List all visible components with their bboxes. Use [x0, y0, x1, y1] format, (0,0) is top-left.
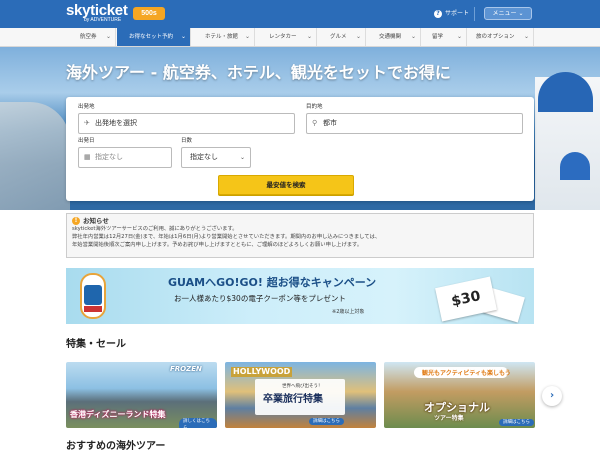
notice-title: お知らせ	[83, 217, 109, 225]
notice-box: ! お知らせ skyticket海外ツアーサービスのご利用、誠にありがとうござい…	[66, 213, 534, 258]
nav-item-flights[interactable]: 航空券 ⌄	[66, 28, 116, 46]
chevron-down-icon: ⌄	[355, 33, 361, 40]
origin-value: 出発地を選択	[95, 119, 137, 127]
location-pin-icon: ⚲	[312, 119, 318, 127]
recommend-title: おすすめの海外ツアー	[66, 441, 166, 452]
feature-card-optional-tour[interactable]: 観光もアクティビティも楽しもう オプショナル ツアー特集 詳細はこちら	[384, 362, 535, 428]
origin-field[interactable]: ✈ 出発地を選択	[78, 113, 295, 134]
notice-line: 年始営業開始後順次ご案内申し上げます。予めお詫び申し上げますとともに、ご理解のほ…	[72, 242, 363, 248]
chevron-down-icon: ⌄	[105, 33, 111, 40]
card-more-link[interactable]: 詳細はこちら	[499, 419, 534, 426]
date-label: 出発日	[78, 138, 95, 144]
promo-badge[interactable]: 500s	[133, 7, 165, 20]
nav-item-study-abroad[interactable]: 留学 ⌄	[422, 28, 467, 46]
carousel-next-button[interactable]: ›	[542, 386, 562, 406]
notice-line: skyticket海外ツアーサービスのご利用、誠にありがとうございます。	[72, 226, 238, 232]
days-label: 日数	[181, 138, 193, 144]
chevron-down-icon: ⌄	[456, 33, 462, 40]
nav-item-set-booking[interactable]: お得なセット予約 ⌄	[117, 28, 191, 46]
chevron-down-icon: ⌄	[180, 33, 186, 40]
card-caption: 香港ディズニーランド特集	[70, 410, 166, 419]
card-more-link[interactable]: 詳しくはこちら	[179, 418, 217, 428]
departure-date-field[interactable]: ▦ 指定なし	[78, 147, 172, 168]
destination-label: 目的地	[306, 104, 323, 110]
nav-item-options[interactable]: 旅のオプション ⌄	[468, 28, 534, 46]
card-top: 観光もアクティビティも楽しもう	[422, 370, 511, 377]
chevron-down-icon: ⌄	[523, 33, 529, 40]
menu-label: メニュー	[492, 10, 517, 17]
hero-background-cliff	[0, 102, 70, 210]
emblem-shield	[84, 285, 102, 305]
support-label: サポート	[445, 10, 470, 17]
destination-field[interactable]: ⚲ 都市	[306, 113, 523, 134]
nav-label: 旅のオプション	[476, 34, 515, 40]
hero-background-dome	[560, 152, 590, 180]
origin-label: 出発地	[78, 104, 95, 110]
card-more-link[interactable]: 詳細はこちら	[309, 418, 344, 425]
search-button[interactable]: 最安値を検索	[218, 175, 354, 195]
question-icon: ?	[434, 10, 442, 18]
days-value: 指定なし	[190, 153, 218, 161]
nav-item-hotels[interactable]: ホテル・旅館 ⌄	[192, 28, 255, 46]
chevron-down-icon: ⌄	[244, 33, 250, 40]
destination-value: 都市	[323, 119, 337, 127]
airplane-icon: ✈	[84, 119, 90, 127]
feature-card-graduation[interactable]: HOLLYWOOD 世界へ飛び出そう！ 卒業旅行特集 詳細はこちら	[225, 362, 376, 428]
header-divider	[474, 7, 475, 21]
calendar-icon: ▦	[84, 153, 91, 161]
nav-item-gourmet[interactable]: グルメ ⌄	[318, 28, 366, 46]
card-brand: HOLLYWOOD	[231, 367, 293, 377]
days-select[interactable]: 指定なし ⌄	[181, 147, 251, 168]
notice-header: ! お知らせ	[72, 217, 528, 225]
banner-headline: GUAMへGO!GO! 超お得なキャンペーン	[168, 276, 377, 289]
menu-button[interactable]: メニュー ⌄	[484, 7, 532, 20]
chevron-down-icon: ⌄	[410, 33, 416, 40]
coupon-ticket-icon: $30	[435, 276, 497, 322]
guam-emblem-icon	[80, 273, 106, 319]
banner-note: ※2歳以上対象	[332, 309, 365, 315]
banner-subtitle: お一人様あたり$30の電子クーポン等をプレゼント	[174, 294, 346, 303]
card-caption: 卒業旅行特集	[263, 394, 323, 405]
nav-item-transport[interactable]: 交通機関 ⌄	[367, 28, 421, 46]
emblem-ribbon	[84, 306, 102, 312]
main-nav: 航空券 ⌄ お得なセット予約 ⌄ ホテル・旅館 ⌄ レンタカー ⌄ グルメ ⌄ …	[0, 28, 600, 47]
nav-item-rentacar[interactable]: レンタカー ⌄	[256, 28, 317, 46]
chevron-down-icon: ⌄	[306, 33, 312, 40]
date-value: 指定なし	[95, 153, 123, 161]
card-brand: FROZEN	[170, 365, 202, 373]
guam-campaign-banner[interactable]: GUAMへGO!GO! 超お得なキャンペーン お一人様あたり$30の電子クーポン…	[66, 268, 534, 324]
features-title: 特集・セール	[66, 339, 126, 350]
logo[interactable]: skyticket	[66, 3, 128, 18]
card-top: 世界へ飛び出そう！	[282, 384, 323, 389]
site-header: skyticket by ADVENTURE 500s ? サポート メニュー …	[0, 0, 600, 28]
tour-search-form: 出発地 ✈ 出発地を選択 目的地 ⚲ 都市 出発日 ▦ 指定なし 日数 指定なし…	[66, 97, 534, 201]
notice-line: 弊社年内営業は12月27日(金)まで、年始は1月6日(月)より営業開始とさせてい…	[72, 234, 381, 240]
hero-title: 海外ツアー - 航空券、ホテル、観光をセットでお得に	[66, 63, 451, 82]
support-link[interactable]: ? サポート	[434, 8, 469, 20]
chevron-down-icon: ⌄	[518, 10, 524, 17]
info-icon: !	[72, 217, 80, 225]
card-subcaption: ツアー特集	[434, 415, 464, 422]
logo-subtitle: by ADVENTURE	[84, 17, 122, 23]
chevron-down-icon: ⌄	[239, 154, 245, 161]
feature-card-disney[interactable]: FROZEN 香港ディズニーランド特集 詳しくはこちら	[66, 362, 217, 428]
